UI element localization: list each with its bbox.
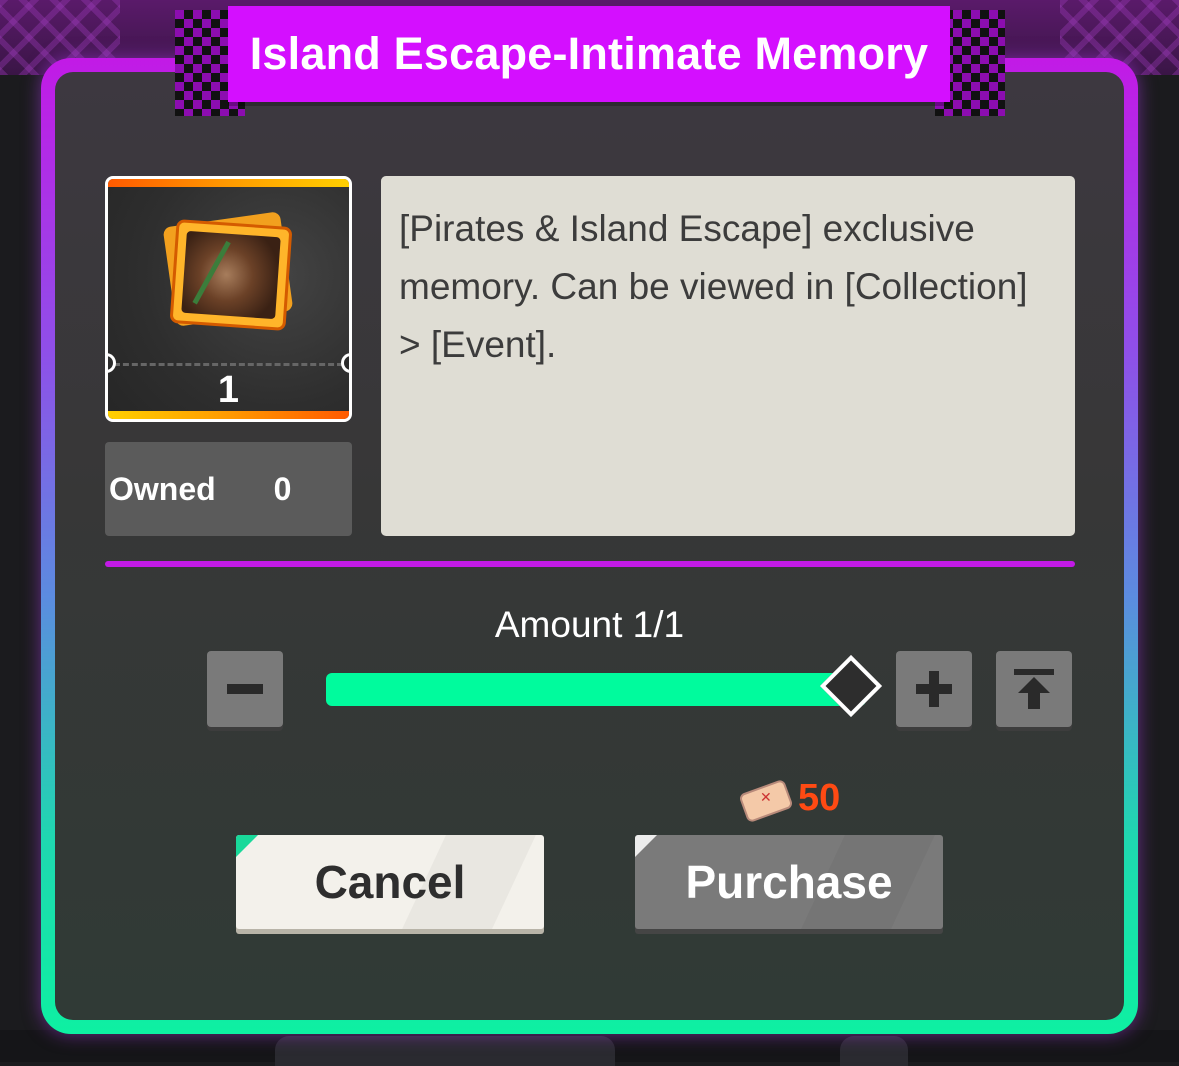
owned-label: Owned (109, 470, 216, 507)
item-card: 1 (105, 176, 352, 422)
owned-value: 0 (273, 470, 292, 507)
item-quantity: 1 (217, 369, 240, 411)
section-divider (105, 561, 1075, 567)
rarity-bar-bottom (108, 411, 349, 419)
item-description-box: [Pirates & Island Escape] exclusive memo… (381, 176, 1075, 536)
cancel-button-label: Cancel (314, 856, 466, 908)
item-description: [Pirates & Island Escape] exclusive memo… (399, 208, 1028, 365)
decrease-amount-button[interactable] (207, 651, 283, 727)
rarity-bar-top (108, 179, 349, 187)
amount-label: Amount 1/1 (494, 604, 685, 645)
increase-amount-button[interactable] (896, 651, 972, 727)
owned-counter: Owned 0 (105, 442, 352, 536)
max-arrow-icon (1014, 669, 1054, 709)
amount-slider-track[interactable] (326, 673, 866, 706)
treasure-map-scroll-icon: ✕ (736, 776, 794, 824)
purchase-button[interactable]: Purchase (635, 835, 943, 929)
max-amount-button[interactable] (996, 651, 1072, 727)
title-ribbon: Island Escape-Intimate Memory (228, 6, 950, 102)
plus-icon (916, 671, 952, 707)
minus-icon (227, 684, 263, 694)
cancel-button[interactable]: Cancel (236, 835, 544, 929)
price-display: ✕ 50 (736, 772, 840, 824)
memory-photo-icon (162, 211, 298, 335)
dialog-title: Island Escape-Intimate Memory (249, 28, 929, 79)
card-divider (114, 363, 343, 366)
price-value: 50 (798, 776, 841, 819)
purchase-button-label: Purchase (685, 856, 893, 908)
